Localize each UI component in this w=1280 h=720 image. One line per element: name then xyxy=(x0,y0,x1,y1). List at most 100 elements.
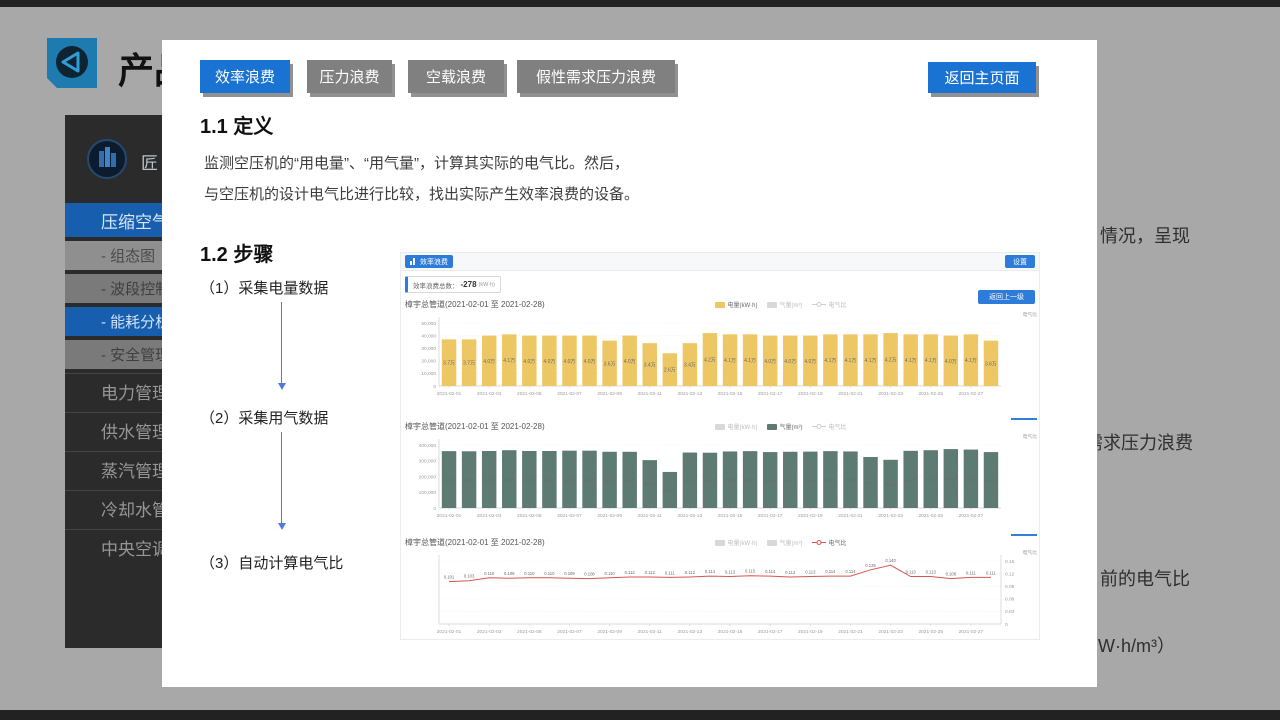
svg-text:36.0万: 36.0万 xyxy=(463,478,475,483)
svg-text:0.114: 0.114 xyxy=(825,569,836,574)
svg-text:0.03: 0.03 xyxy=(1005,609,1015,615)
svg-text:100,000: 100,000 xyxy=(419,490,437,496)
svg-text:4.0万: 4.0万 xyxy=(563,359,575,365)
svg-text:2021-02-07: 2021-02-07 xyxy=(557,391,582,397)
svg-text:2021-02-21: 2021-02-21 xyxy=(838,629,863,635)
svg-text:10,000: 10,000 xyxy=(421,371,436,377)
svg-text:2021-02-05: 2021-02-05 xyxy=(517,391,542,397)
svg-text:0.113: 0.113 xyxy=(725,570,736,575)
svg-text:50,000: 50,000 xyxy=(421,321,436,327)
tab-pressure-waste[interactable]: 压力浪费 xyxy=(307,60,392,93)
svg-text:2.6万: 2.6万 xyxy=(664,368,676,374)
svg-text:3.4万: 3.4万 xyxy=(644,363,656,369)
electricity-chart-block: 樟宇总管道(2021-02-01 至 2021-02-28) 电量(kW·h)气… xyxy=(401,299,1041,403)
svg-text:0.111: 0.111 xyxy=(966,570,977,575)
svg-text:2021-02-27: 2021-02-27 xyxy=(959,629,984,635)
svg-text:4.1万: 4.1万 xyxy=(905,358,917,364)
svg-text:35.5万: 35.5万 xyxy=(764,478,776,483)
svg-text:300,000: 300,000 xyxy=(419,459,437,465)
svg-text:2021-02-07: 2021-02-07 xyxy=(557,629,582,635)
tab-idle-waste[interactable]: 空载浪费 xyxy=(408,60,504,93)
svg-text:36.2万: 36.2万 xyxy=(523,477,535,482)
scroll-indicator xyxy=(1011,534,1037,536)
top-edge-bar xyxy=(0,0,1280,7)
scroll-indicator xyxy=(1011,418,1037,420)
svg-text:400,000: 400,000 xyxy=(419,443,437,449)
gas-bar-chart: 0100,000200,000300,000400,00036.1万36.0万3… xyxy=(401,433,1041,525)
svg-text:2021-02-09: 2021-02-09 xyxy=(597,629,622,635)
svg-text:4.0万: 4.0万 xyxy=(624,359,636,365)
svg-text:36.3万: 36.3万 xyxy=(905,477,917,482)
step-1-collect-electricity: （1）采集电量数据 xyxy=(200,277,328,298)
slide-canvas: 产品 匠 压缩空气 - 组态图 - 波段控制 - 能耗分析 - 安全管理 电力管… xyxy=(0,0,1280,720)
chart-title: 樟宇总管道(2021-02-01 至 2021-02-28) xyxy=(405,299,545,310)
svg-text:0.114: 0.114 xyxy=(765,569,776,574)
svg-text:22.9万: 22.9万 xyxy=(664,488,676,493)
tab-false-demand-pressure-waste[interactable]: 假性需求压力浪费 xyxy=(517,60,675,93)
svg-text:0: 0 xyxy=(433,506,436,512)
slide-panel: 效率浪费 压力浪费 空载浪费 假性需求压力浪费 返回主页面 1.1 定义 监测空… xyxy=(162,40,1097,687)
svg-text:0.113: 0.113 xyxy=(906,570,917,575)
svg-text:36.4万: 36.4万 xyxy=(584,477,596,482)
svg-text:0.103: 0.103 xyxy=(464,574,475,579)
svg-text:0.113: 0.113 xyxy=(805,570,816,575)
svg-text:0.109: 0.109 xyxy=(504,571,515,576)
chart-title: 樟宇总管道(2021-02-01 至 2021-02-28) xyxy=(405,537,545,548)
down-arrow-icon xyxy=(281,432,282,524)
svg-text:0.110: 0.110 xyxy=(524,571,535,576)
return-main-page-button[interactable]: 返回主页面 xyxy=(928,62,1036,93)
chart-legend: 电量(kW·h)气量(m³)电气比 xyxy=(561,538,1001,547)
svg-text:2021-02-03: 2021-02-03 xyxy=(477,629,502,635)
svg-text:2021-02-03: 2021-02-03 xyxy=(477,513,502,519)
tab-efficiency-waste[interactable]: 效率浪费 xyxy=(200,60,290,93)
svg-text:2021-02-13: 2021-02-13 xyxy=(678,629,703,635)
svg-text:电气比: 电气比 xyxy=(1023,549,1038,556)
svg-text:4.1万: 4.1万 xyxy=(724,358,736,364)
svg-text:2021-02-17: 2021-02-17 xyxy=(758,629,783,635)
svg-text:0: 0 xyxy=(1005,622,1008,628)
svg-text:2021-02-27: 2021-02-27 xyxy=(959,513,984,519)
svg-text:0.09: 0.09 xyxy=(1005,584,1015,590)
svg-text:2021-02-01: 2021-02-01 xyxy=(437,391,462,397)
svg-text:2021-02-11: 2021-02-11 xyxy=(638,391,663,397)
svg-text:2021-02-17: 2021-02-17 xyxy=(758,513,783,519)
svg-text:0.06: 0.06 xyxy=(1005,597,1015,603)
app-screenshot: 效率浪费 设置 效率浪费总数： -278 (kW·h) 返回上一级 樟宇总管道(… xyxy=(400,252,1040,640)
svg-text:0.129: 0.129 xyxy=(865,563,876,568)
svg-text:2021-02-05: 2021-02-05 xyxy=(517,629,542,635)
svg-text:4.0万: 4.0万 xyxy=(523,359,535,365)
svg-text:2021-02-23: 2021-02-23 xyxy=(878,513,903,519)
svg-text:2021-02-13: 2021-02-13 xyxy=(678,513,703,519)
svg-text:36.4万: 36.4万 xyxy=(564,477,576,482)
svg-text:35.1万: 35.1万 xyxy=(704,478,716,483)
definition-heading: 1.1 定义 xyxy=(200,110,273,139)
app-logo-icon xyxy=(87,139,127,184)
svg-text:0.111: 0.111 xyxy=(986,570,997,575)
step-2-collect-gas: （2）采集用气数据 xyxy=(200,407,328,428)
svg-text:35.2万: 35.2万 xyxy=(684,478,696,483)
svg-text:2021-02-19: 2021-02-19 xyxy=(798,391,823,397)
svg-text:0.110: 0.110 xyxy=(605,571,616,576)
svg-text:3.7万: 3.7万 xyxy=(463,361,475,367)
svg-text:电气比: 电气比 xyxy=(1023,433,1038,440)
svg-text:3.4万: 3.4万 xyxy=(684,363,696,369)
svg-text:36.2万: 36.2万 xyxy=(543,477,555,482)
svg-text:4.0万: 4.0万 xyxy=(483,359,495,365)
svg-text:35.9万: 35.9万 xyxy=(845,478,857,483)
svg-text:4.1万: 4.1万 xyxy=(824,358,836,364)
svg-text:2021-02-23: 2021-02-23 xyxy=(878,391,903,397)
svg-text:电气比: 电气比 xyxy=(1023,311,1038,318)
svg-text:2021-02-07: 2021-02-07 xyxy=(557,513,582,519)
svg-text:0.12: 0.12 xyxy=(1005,571,1015,577)
svg-text:0.114: 0.114 xyxy=(845,569,856,574)
back-icon[interactable] xyxy=(47,38,97,88)
svg-text:36.7万: 36.7万 xyxy=(925,477,937,482)
app-logo-label: 匠 xyxy=(141,149,158,174)
svg-text:35.9万: 35.9万 xyxy=(724,478,736,483)
svg-text:0.112: 0.112 xyxy=(625,570,636,575)
svg-text:20,000: 20,000 xyxy=(421,359,436,365)
svg-text:0.111: 0.111 xyxy=(665,570,676,575)
summary-value: -278 xyxy=(461,280,477,289)
svg-text:4.0万: 4.0万 xyxy=(543,359,555,365)
svg-text:2021-02-05: 2021-02-05 xyxy=(517,513,542,519)
